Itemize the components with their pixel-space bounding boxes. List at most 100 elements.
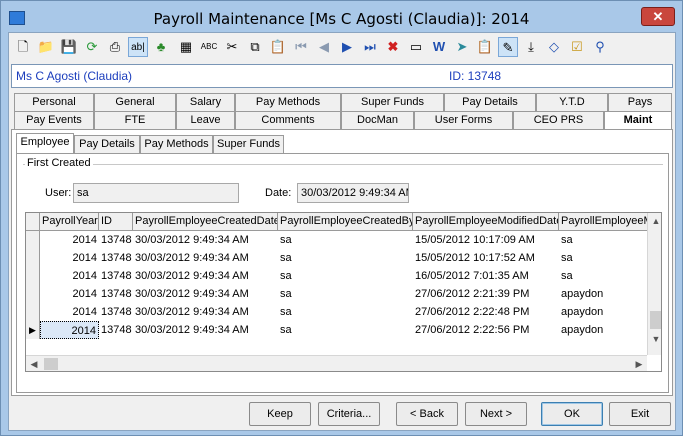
download-icon[interactable]: ⤓ — [521, 37, 541, 57]
maint-panel: Employee Pay Details Pay Methods Super F… — [11, 129, 673, 396]
vertical-scroll-thumb[interactable] — [650, 311, 661, 329]
tab-ytd[interactable]: Y.T.D — [536, 93, 608, 111]
edit-clipboard-icon[interactable]: ✎ — [498, 37, 518, 57]
horizontal-scrollbar[interactable]: ◀ ▶ — [26, 355, 647, 371]
next-record-icon[interactable]: ▶ — [337, 37, 357, 57]
tab-salary[interactable]: Salary — [176, 93, 235, 111]
checklist-icon[interactable]: ☑ — [567, 37, 587, 57]
post-icon[interactable]: ➤ — [452, 37, 472, 57]
tab-fte[interactable]: FTE — [94, 111, 176, 129]
text-field-icon[interactable]: ab| — [128, 37, 148, 57]
scroll-right-icon[interactable]: ▶ — [631, 356, 647, 371]
first-record-icon[interactable]: ⏮ — [291, 37, 311, 57]
cell-year: 2014 — [72, 234, 97, 246]
tab-docman[interactable]: DocMan — [341, 111, 414, 129]
employee-header: Ms C Agosti (Claudia) ID: 13748 — [11, 64, 673, 88]
col-modified-by[interactable]: PayrollEmployeeMo — [559, 213, 647, 231]
subtab-employee[interactable]: Employee — [16, 133, 74, 153]
cell-id: 13748 — [101, 288, 132, 300]
horizontal-scroll-thumb[interactable] — [44, 358, 58, 370]
pin-icon[interactable]: ⚲ — [590, 37, 610, 57]
subtab-pay-details[interactable]: Pay Details — [74, 135, 140, 153]
client-area: 🗋 📁 💾 ⟳ ⎙ ab| ♣ ▦ ABC ✂ ⧉ 📋 ⏮ ◀ ▶ ⏭ ✖ ▭ … — [8, 32, 676, 431]
row-indicator — [26, 267, 40, 285]
col-id[interactable]: ID — [99, 213, 133, 231]
cut-icon[interactable]: ✂ — [222, 37, 242, 57]
vertical-scrollbar[interactable]: ▲ ▼ — [647, 213, 661, 355]
tab-ceo-prs[interactable]: CEO PRS — [513, 111, 604, 129]
cell-year: 2014 — [72, 306, 97, 318]
table-row-current[interactable]: ▶ 2014 13748 30/03/2012 9:49:34 AM sa 27… — [26, 321, 647, 339]
criteria-button[interactable]: Criteria... — [318, 402, 380, 426]
previous-record-icon[interactable]: ◀ — [314, 37, 334, 57]
col-modified-date[interactable]: PayrollEmployeeModifiedDate — [413, 213, 559, 231]
tab-pay-methods[interactable]: Pay Methods — [235, 93, 341, 111]
tab-maint[interactable]: Maint — [604, 111, 672, 131]
tab-personal[interactable]: Personal — [14, 93, 94, 111]
close-window-button[interactable]: ✕ — [641, 7, 675, 26]
table-row[interactable]: 2014 13748 30/03/2012 9:49:34 AM sa 27/0… — [26, 303, 647, 321]
cell-created-by: sa — [280, 270, 292, 282]
ok-button[interactable]: OK — [541, 402, 603, 426]
table-row[interactable]: 2014 13748 30/03/2012 9:49:34 AM sa 27/0… — [26, 285, 647, 303]
cell-created-date: 30/03/2012 9:49:34 AM — [135, 324, 249, 336]
user-label: User: — [45, 187, 72, 199]
save-icon[interactable]: 💾 — [59, 37, 79, 57]
payroll-maintenance-window: Payroll Maintenance [Ms C Agosti (Claudi… — [0, 0, 683, 436]
clipboard-icon[interactable]: 📋 — [475, 37, 495, 57]
tab-super-funds[interactable]: Super Funds — [341, 93, 444, 111]
button-bar: Keep Criteria... < Back Next > OK Exit — [9, 399, 675, 430]
col-created-by[interactable]: PayrollEmployeeCreatedBy — [278, 213, 413, 231]
tab-user-forms[interactable]: User Forms — [414, 111, 513, 129]
card-icon[interactable]: ▭ — [406, 37, 426, 57]
current-row-icon: ▶ — [26, 321, 40, 339]
scroll-left-icon[interactable]: ◀ — [26, 356, 42, 371]
calculator-icon[interactable]: ▦ — [176, 37, 196, 57]
col-payroll-year[interactable]: PayrollYear — [40, 213, 99, 231]
cell-year[interactable]: 2014 — [40, 321, 99, 339]
tab-pays[interactable]: Pays — [608, 93, 672, 111]
subtab-pay-methods[interactable]: Pay Methods — [140, 135, 213, 153]
refresh-icon[interactable]: ⟳ — [82, 37, 102, 57]
table-row[interactable]: 2014 13748 30/03/2012 9:49:34 AM sa 15/0… — [26, 231, 647, 249]
cell-id: 13748 — [101, 270, 132, 282]
cell-year: 2014 — [72, 252, 97, 264]
cell-year: 2014 — [72, 288, 97, 300]
tab-pay-events[interactable]: Pay Events — [14, 111, 94, 129]
created-date-field[interactable]: 30/03/2012 9:49:34 AM — [297, 183, 409, 203]
delete-icon[interactable]: ✖ — [383, 37, 403, 57]
new-icon[interactable]: 🗋 — [13, 37, 33, 57]
tab-leave[interactable]: Leave — [176, 111, 235, 129]
grid-header: PayrollYear ID PayrollEmployeeCreatedDat… — [26, 213, 647, 231]
last-record-icon[interactable]: ⏭ — [360, 37, 380, 57]
exit-button[interactable]: Exit — [609, 402, 671, 426]
employee-subpanel: First Created User: sa Date: 30/03/2012 … — [16, 153, 669, 393]
scroll-up-icon[interactable]: ▲ — [648, 213, 661, 229]
tab-comments[interactable]: Comments — [235, 111, 341, 129]
tree-icon[interactable]: ♣ — [151, 37, 171, 57]
print-icon[interactable]: ⎙ — [105, 37, 125, 57]
cell-modified-by: sa — [561, 234, 573, 246]
tab-general[interactable]: General — [94, 93, 176, 111]
cell-id: 13748 — [101, 252, 132, 264]
col-created-date[interactable]: PayrollEmployeeCreatedDate — [133, 213, 278, 231]
table-row[interactable]: 2014 13748 30/03/2012 9:49:34 AM sa 16/0… — [26, 267, 647, 285]
cell-created-date: 30/03/2012 9:49:34 AM — [135, 270, 249, 282]
paste-icon[interactable]: 📋 — [268, 37, 288, 57]
cell-modified-date: 27/06/2012 2:21:39 PM — [415, 288, 530, 300]
scroll-down-icon[interactable]: ▼ — [648, 331, 661, 347]
spell-check-icon[interactable]: ABC — [199, 37, 219, 57]
keep-button[interactable]: Keep — [249, 402, 311, 426]
open-folder-icon[interactable]: 📁 — [36, 37, 56, 57]
subtab-super-funds[interactable]: Super Funds — [213, 135, 284, 153]
cell-modified-date: 27/06/2012 2:22:56 PM — [415, 324, 530, 336]
word-icon[interactable]: W — [429, 37, 449, 57]
window-title: Payroll Maintenance [Ms C Agosti (Claudi… — [153, 10, 530, 28]
back-button[interactable]: < Back — [396, 402, 458, 426]
table-row[interactable]: 2014 13748 30/03/2012 9:49:34 AM sa 15/0… — [26, 249, 647, 267]
tab-pay-details[interactable]: Pay Details — [444, 93, 536, 111]
copy-icon[interactable]: ⧉ — [245, 37, 265, 57]
next-button[interactable]: Next > — [465, 402, 527, 426]
tag-icon[interactable]: ◇ — [544, 37, 564, 57]
created-user-field[interactable]: sa — [73, 183, 239, 203]
